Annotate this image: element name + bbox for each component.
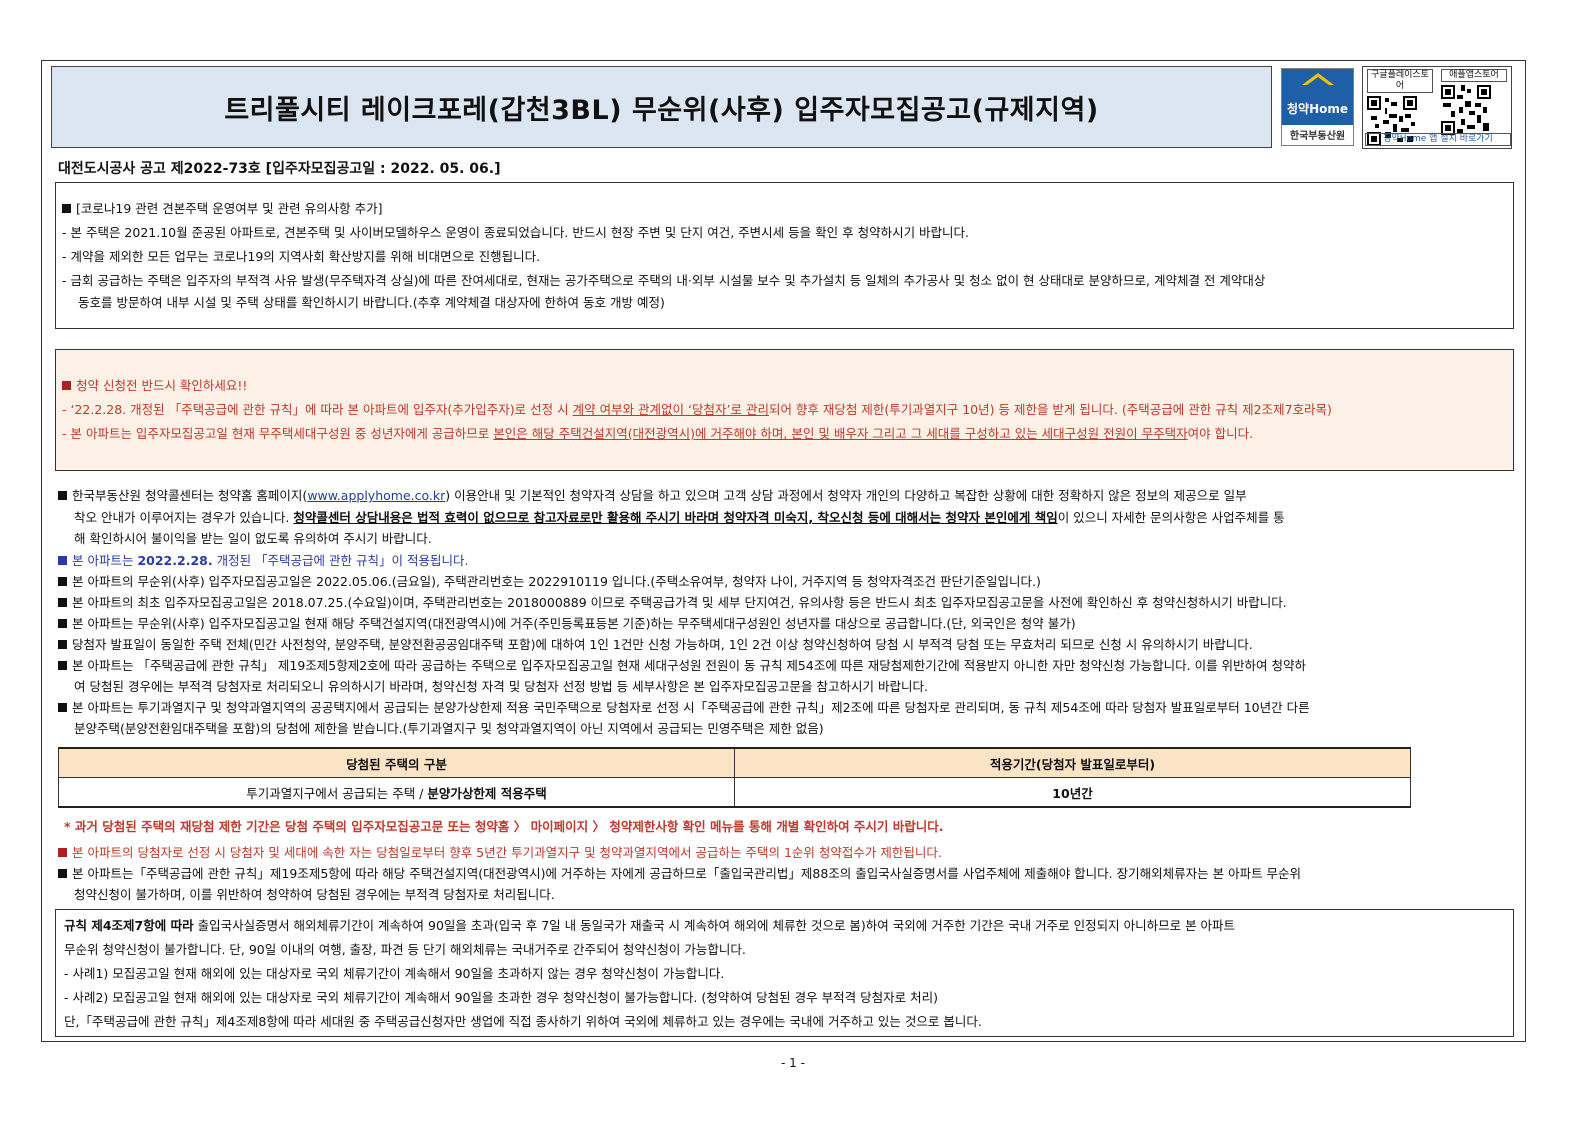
applyhome-logo[interactable]: 청약Home 한국부동산원 [1281, 68, 1354, 146]
qr-apple[interactable]: 애플앱스토어 [1441, 69, 1507, 139]
title-banner: 트리풀시티 레이크포레(갑천3BL) 무순위(사후) 입주자모집공고(규제지역) [51, 66, 1272, 148]
covid-line: - 계약을 제외한 모든 업무는 코로나19의 지역사회 확산방지를 위해 비대… [62, 249, 541, 264]
bullet-square-icon [58, 491, 67, 500]
bullet-square-icon [58, 619, 67, 628]
table-header-row: 당첨된 주택의 구분 적용기간(당첨자 발표일로부터) [58, 747, 1411, 778]
restriction-table: 당첨된 주택의 구분 적용기간(당첨자 발표일로부터) 투기과열지구에서 공급되… [58, 747, 1411, 808]
bullet-square-icon [62, 204, 71, 213]
qr-panel: 구글플레이스토어 애플앱스토어 청약Home 앱 설치 바로가기 [1362, 66, 1512, 149]
rewin-check-note: * 과거 당첨된 주택의 재당첨 제한 기간은 당첨 주택의 입주자모집공고문 … [64, 819, 944, 834]
notice-number: 대전도시공사 공고 제2022-73호 [입주자모집공고일 : 2022. 05… [58, 161, 501, 177]
bullet-square-icon [62, 381, 71, 390]
first-priority-restriction: 본 아파트의 당첨자로 선정 시 당첨자 및 세대에 속한 자는 당첨일로부터 … [72, 845, 942, 860]
page-number: - 1 - [781, 1056, 805, 1070]
eligibility-paragraph: 본 아파트는 무순위(사후) 입주자모집공고일 현재 해당 주택건설지역(대전광… [72, 616, 1076, 631]
bullet-square-icon [58, 661, 67, 670]
warning-line-2: - 본 아파트는 입주자모집공고일 현재 무주택세대구성원 중 성년자에게 공급… [62, 426, 1254, 441]
covid-notice-box: [코로나19 관련 견본주택 운영여부 및 관련 유의사항 추가] - 본 주택… [55, 182, 1514, 329]
warning-line-1: - ‘22.2.28. 개정된 「주택공급에 관한 규칙」에 따라 본 아파트에… [62, 402, 1332, 417]
covid-line: - 본 주택은 2021.10월 준공된 아파트로, 견본주택 및 사이버모델하… [62, 225, 970, 240]
table-cell-period: 10년간 [734, 777, 1411, 808]
rewin-restriction-paragraph: 본 아파트는 「주택공급에 관한 규칙」 제19조제5항제2호에 따라 공급하는… [72, 658, 1307, 673]
warning-heading: 청약 신청전 반드시 확인하세요!! [76, 378, 248, 393]
warning-box: 청약 신청전 반드시 확인하세요!! - ‘22.2.28. 개정된 「주택공급… [55, 349, 1514, 471]
covid-heading: [코로나19 관련 견본주택 운영여부 및 관련 유의사항 추가] [76, 201, 383, 216]
bullet-square-icon [58, 640, 67, 649]
qr-apple-label: 애플앱스토어 [1441, 69, 1507, 82]
table-cell-category: 투기과열지구에서 공급되는 주택 / 분양가상한제 적용주택 [58, 777, 735, 808]
page-title: 트리풀시티 레이크포레(갑천3BL) 무순위(사후) 입주자모집공고(규제지역) [224, 94, 1099, 126]
covid-line: 동호를 방문하여 내부 시설 및 주택 상태를 확인하시기 바랍니다.(추후 계… [78, 295, 665, 310]
bullet-square-icon [58, 703, 67, 712]
logo-brand: 청약Home [1286, 102, 1348, 116]
table-header-period: 적용기간(당첨자 발표일로부터) [734, 747, 1411, 778]
logo-org: 한국부동산원 [1289, 131, 1346, 142]
rule-amendment: 본 아파트는 2022.2.28. 개정된 「주택공급에 관한 규칙」이 적용됩… [58, 553, 468, 569]
covid-line: - 금회 공급하는 주택은 입주자의 부적격 사유 발생(무주택자격 상실)에 … [62, 273, 1266, 288]
bullet-square-icon [58, 577, 67, 586]
bullet-square-icon [58, 869, 67, 878]
table-row: 투기과열지구에서 공급되는 주택 / 분양가상한제 적용주택 10년간 [58, 777, 1411, 808]
qr-install-link[interactable]: 청약Home 앱 설치 바로가기 [1365, 133, 1511, 146]
bullet-square-icon [58, 556, 67, 565]
table-header-category: 당첨된 주택의 구분 [58, 747, 735, 778]
one-application-paragraph: 당첨자 발표일이 동일한 주택 전체(민간 사전청약, 분양주택, 분양전환공공… [72, 637, 1253, 652]
bullet-square-icon [58, 848, 67, 857]
overseas-stay-box: 규칙 제4조제7항에 따라 출입국사실증명서 해외체류기간이 계속하여 90일을… [55, 909, 1514, 1037]
qr-google-label: 구글플레이스토어 [1367, 69, 1433, 93]
bullet-square-icon [58, 598, 67, 607]
immigration-paragraph: 본 아파트는「주택공급에 관한 규칙」제19조제5항에 따라 해당 주택건설지역… [72, 866, 1302, 881]
callcenter-paragraph: 한국부동산원 청약콜센터는 청약홈 홈페이지(www.applyhome.co.… [58, 488, 1247, 504]
qr-code-icon [1441, 85, 1491, 135]
first-notice-paragraph: 본 아파트의 최초 입주자모집공고일은 2018.07.25.(수요일)이며, … [72, 595, 1287, 610]
applyhome-link[interactable]: www.applyhome.co.kr [307, 488, 445, 503]
price-cap-paragraph: 본 아파트는 투기과열지구 및 청약과열지역의 공공택지에서 공급되는 분양가상… [72, 700, 1310, 715]
notice-date-paragraph: 본 아파트의 무순위(사후) 입주자모집공고일은 2022.05.06.(금요일… [72, 574, 1041, 589]
